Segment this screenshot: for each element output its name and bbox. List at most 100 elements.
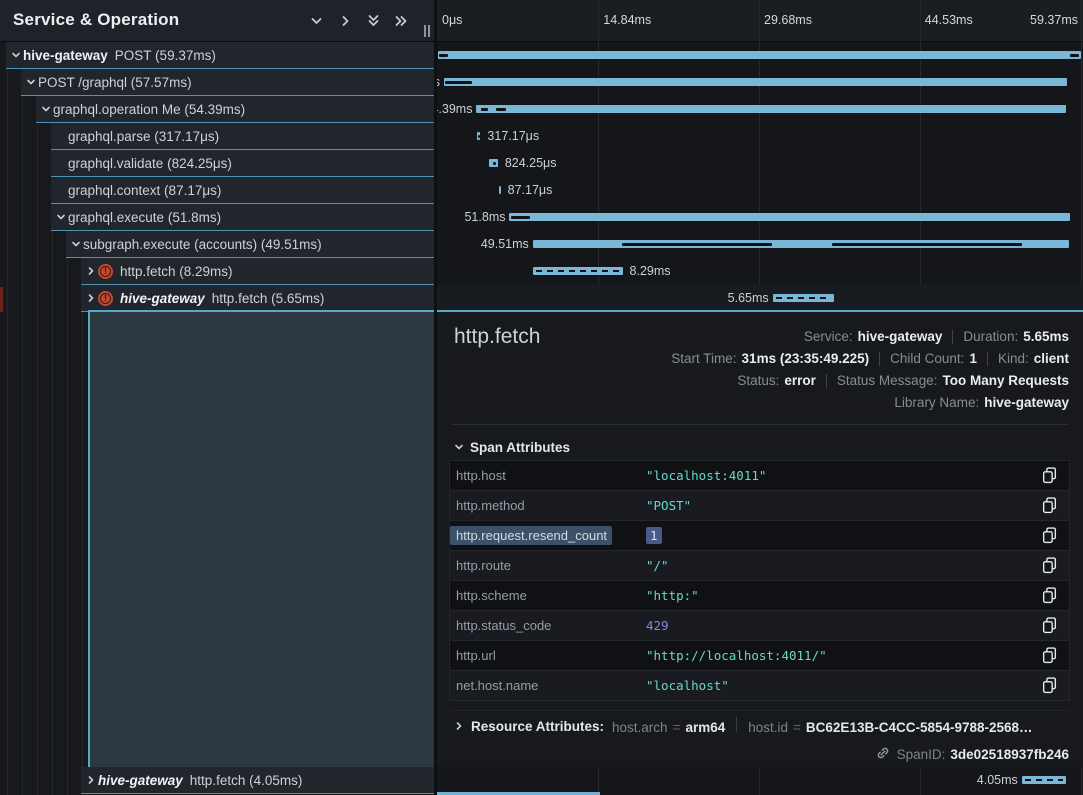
meta-value: hive-gateway — [858, 326, 943, 348]
meta-label: Duration: — [963, 326, 1018, 348]
attribute-value: "POST" — [646, 498, 691, 513]
span-duration-bar[interactable] — [499, 186, 501, 194]
copy-icon[interactable] — [1042, 527, 1058, 544]
chevron-down-icon[interactable] — [68, 238, 83, 250]
timeline-panel: 0μs14.84ms29.68ms44.53ms59.37ms 57.57ms5… — [437, 0, 1083, 795]
attribute-value: 1 — [646, 528, 662, 543]
span-tree-row[interactable]: POST /graphql (57.57ms) — [21, 69, 434, 96]
resource-key: host.arch — [612, 720, 668, 735]
span-operation-label: graphql.validate (824.25μs) — [68, 156, 232, 171]
span-duration-bar[interactable] — [444, 78, 1068, 86]
span-duration-bar[interactable] — [1022, 776, 1066, 784]
chevron-right-icon[interactable] — [83, 292, 98, 304]
span-tree-row[interactable]: graphql.parse (317.17μs) — [51, 123, 434, 150]
span-tree-row[interactable]: graphql.operation Me (54.39ms) — [36, 96, 434, 123]
span-operation-label: POST (59.37ms) — [115, 48, 216, 63]
span-duration-bar[interactable] — [773, 294, 834, 302]
span-service-name: hive-gateway — [120, 291, 205, 306]
chevron-down-icon[interactable] — [53, 211, 68, 223]
self-time-mark — [439, 54, 448, 57]
span-tree-row[interactable]: hive-gateway http.fetch (5.65ms) — [81, 285, 434, 312]
span-tree-row[interactable]: graphql.validate (824.25μs) — [51, 150, 434, 177]
span-tree-row[interactable]: http.fetch (8.29ms) — [81, 258, 434, 285]
copy-icon[interactable] — [1042, 467, 1058, 484]
copy-icon[interactable] — [1042, 497, 1058, 514]
copy-icon[interactable] — [1042, 677, 1058, 694]
attribute-key: http.host — [450, 468, 646, 483]
selected-span-expansion-area — [88, 312, 434, 767]
chevron-right-icon[interactable] — [83, 774, 98, 786]
span-operation-label: graphql.parse (317.17μs) — [68, 129, 219, 144]
span-operation-label: graphql.operation Me (54.39ms) — [53, 102, 245, 117]
meta-value: 31ms (23:35:49.225) — [742, 348, 870, 370]
attribute-row: http.url"http://localhost:4011/" — [450, 641, 1069, 671]
span-tree-row[interactable]: hive-gatewayhttp.fetch (4.05ms) — [81, 767, 434, 794]
row-underline — [81, 793, 434, 794]
trace-viewer: Service & Operation hive-gatewayPOST (59… — [0, 0, 1083, 795]
chevron-down-icon[interactable] — [23, 76, 38, 88]
panel-resize-divider[interactable] — [434, 0, 437, 795]
bar-duration-label: 49.51ms — [481, 231, 529, 258]
meta-separator — [879, 352, 880, 366]
chevron-down-icon[interactable] — [38, 103, 53, 115]
copy-icon[interactable] — [1042, 617, 1058, 634]
copy-icon[interactable] — [1042, 647, 1058, 664]
meta-value: Too Many Requests — [942, 370, 1069, 392]
span-id-row: SpanID: 3de02518937fb246 — [875, 744, 1069, 764]
span-attributes-title: Span Attributes — [470, 440, 570, 455]
meta-label: Library Name: — [894, 392, 979, 414]
timeline-row: 49.51ms — [437, 231, 1083, 258]
span-detail-title: http.fetch — [454, 325, 540, 349]
ruler-tick-label: 0μs — [442, 0, 462, 41]
resource-value: BC62E13B-C4CC-5854-9788-2568… — [806, 720, 1033, 735]
attribute-row: http.request.resend_count 1 — [450, 521, 1069, 551]
copy-icon[interactable] — [1042, 587, 1058, 604]
attribute-value: "localhost:4011" — [646, 468, 766, 483]
self-time-mark — [445, 81, 472, 84]
span-duration-bar[interactable] — [476, 105, 1065, 113]
resource-separator — [736, 717, 737, 732]
span-meta-line: Start Time:31ms (23:35:49.225)Child Coun… — [671, 348, 1069, 370]
bar-duration-label: 8.29ms — [630, 258, 671, 285]
attribute-row: http.method"POST" — [450, 491, 1069, 521]
span-duration-bar[interactable] — [533, 267, 623, 275]
error-icon — [98, 264, 113, 279]
meta-value: 1 — [969, 348, 977, 370]
meta-value: hive-gateway — [984, 392, 1069, 414]
drag-handle-icon[interactable] — [422, 25, 432, 37]
attribute-key: net.host.name — [450, 678, 646, 693]
copy-icon[interactable] — [1042, 557, 1058, 574]
collapse-all-icon[interactable] — [365, 13, 383, 29]
span-operation-label: subgraph.execute (accounts) (49.51ms) — [83, 237, 322, 252]
span-duration-bar[interactable] — [509, 213, 1070, 221]
timeline-row: 54.39ms — [437, 96, 1083, 123]
chevron-right-icon[interactable] — [83, 265, 98, 277]
span-operation-label: http.fetch (5.65ms) — [212, 291, 325, 306]
attribute-row: http.scheme"http:" — [450, 581, 1069, 611]
timeline-row: 4.05ms — [437, 767, 1083, 794]
span-attributes-header[interactable]: Span Attributes — [451, 436, 570, 458]
chevron-down-icon[interactable] — [8, 49, 23, 61]
link-icon[interactable] — [875, 745, 891, 764]
span-tree-row[interactable]: graphql.execute (51.8ms) — [51, 204, 434, 231]
expand-all-icon[interactable] — [393, 13, 411, 29]
span-tree-row[interactable]: hive-gatewayPOST (59.37ms) — [6, 42, 434, 69]
equals-sign: = — [673, 720, 681, 735]
span-tree-row[interactable]: graphql.context (87.17μs) — [51, 177, 434, 204]
span-tree-row[interactable]: subgraph.execute (accounts) (49.51ms) — [66, 231, 434, 258]
indent-guide — [22, 42, 23, 795]
highlighted-attribute-key: http.request.resend_count — [450, 526, 612, 545]
span-detail-panel: http.fetch Service:hive-gatewayDuration:… — [437, 312, 1083, 767]
timeline-row — [437, 42, 1083, 69]
meta-value: 5.65ms — [1023, 326, 1069, 348]
resource-attributes-title[interactable]: Resource Attributes: — [471, 719, 604, 734]
ruler-tick-label: 14.84ms — [603, 0, 651, 41]
resource-attributes-row: Resource Attributes: host.arch=arm64host… — [451, 710, 1069, 741]
bar-duration-label: 54.39ms — [437, 96, 472, 123]
timeline-row: 57.57ms — [437, 69, 1083, 96]
span-duration-bar[interactable] — [438, 51, 1081, 59]
expand-one-icon[interactable] — [337, 13, 355, 29]
attribute-row: http.status_code429 — [450, 611, 1069, 641]
collapse-one-icon[interactable] — [308, 13, 326, 29]
ruler-tick-label: 29.68ms — [764, 0, 812, 41]
